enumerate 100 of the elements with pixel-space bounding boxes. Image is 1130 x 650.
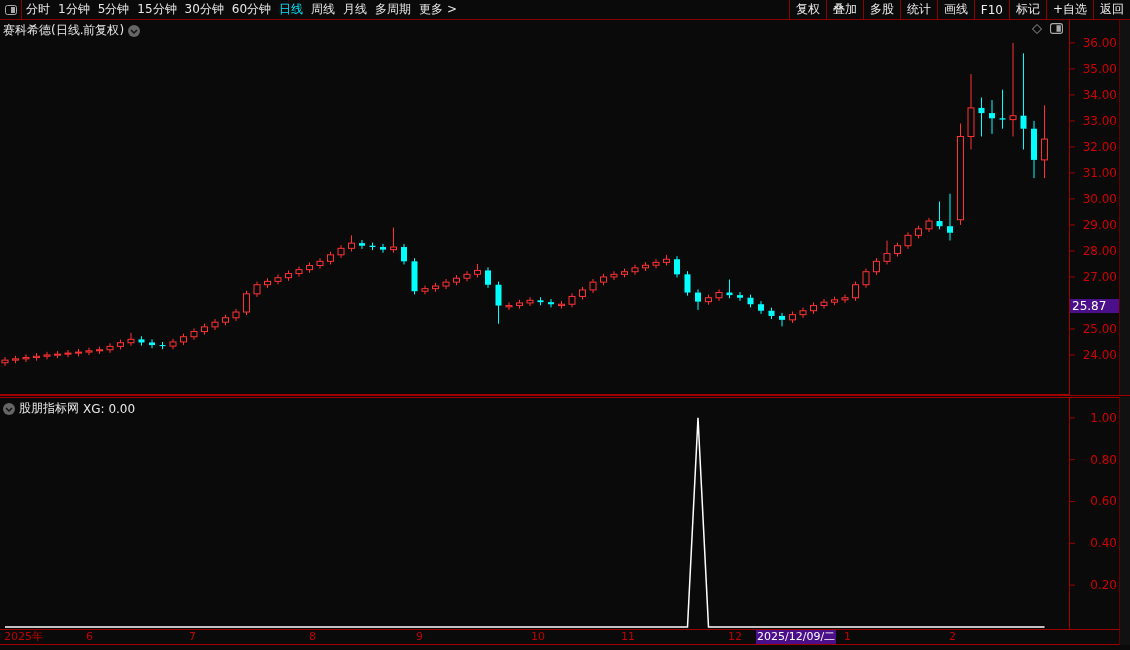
axis-tick-label: 32.00	[1082, 139, 1117, 154]
time-label: 12	[727, 630, 743, 644]
candlestick	[390, 227, 397, 254]
period-tab[interactable]: 5分钟	[93, 1, 134, 18]
time-label: 11	[620, 630, 636, 644]
time-label: 8	[308, 630, 317, 644]
candlestick	[485, 266, 491, 289]
candlestick	[495, 281, 502, 325]
chevron-icon[interactable]	[3, 402, 15, 415]
candlestick	[841, 294, 849, 304]
candlestick	[779, 312, 785, 327]
period-tab[interactable]: 周线	[307, 1, 340, 18]
axis-tick-label: 35.00	[1082, 61, 1117, 76]
more-menu[interactable]: 更多 >	[415, 1, 461, 18]
axis-tick-label: 1.00	[1090, 410, 1117, 425]
candlestick	[295, 266, 303, 278]
candlestick	[22, 353, 30, 363]
time-label: 7	[188, 630, 197, 644]
candlestick	[359, 239, 365, 250]
period-tab[interactable]: 多周期	[371, 1, 416, 18]
candlestick	[758, 300, 764, 315]
axis-tick-label: 25.00	[1082, 321, 1117, 336]
candlestick	[610, 270, 618, 281]
candlestick	[936, 201, 943, 230]
axis-tick-label: 0.40	[1090, 536, 1117, 551]
panel-toggle-icon[interactable]	[4, 4, 17, 15]
toolbar-button[interactable]: +自选	[1045, 0, 1093, 19]
axis-tick-label: 30.00	[1082, 191, 1117, 206]
period-tab[interactable]: 30分钟	[180, 1, 228, 18]
candlestick	[862, 268, 870, 289]
candlestick	[883, 240, 891, 265]
toolbar-button[interactable]: 标记	[1008, 0, 1046, 19]
period-tab[interactable]: 日线	[275, 1, 308, 18]
toolbar-button[interactable]: 复权	[788, 0, 826, 19]
axis-tick-label: 36.00	[1082, 35, 1117, 50]
indicator-reading: XG: 0.00	[83, 401, 136, 416]
candlestick	[463, 270, 471, 282]
candlestick	[243, 290, 250, 316]
candlestick	[737, 291, 743, 302]
candlestick	[211, 318, 219, 331]
panel-toggle-icon[interactable]	[1050, 23, 1063, 34]
candlestick	[380, 243, 386, 254]
candlestick	[652, 258, 660, 269]
candlestick	[127, 332, 135, 347]
axis-tick-label: 0.80	[1090, 452, 1117, 467]
candlestick	[149, 338, 155, 349]
time-label: 6	[85, 630, 94, 644]
candlestick	[526, 296, 534, 307]
candlestick	[674, 255, 680, 278]
axis-tick-label: 27.00	[1082, 269, 1117, 284]
period-tab[interactable]: 分时	[22, 1, 54, 18]
candlestick	[337, 244, 345, 259]
candlestick	[715, 288, 723, 302]
toolbar-button[interactable]: 叠加	[825, 0, 863, 19]
period-tab[interactable]: 月线	[339, 1, 372, 18]
period-tab[interactable]: 1分钟	[54, 1, 94, 18]
axis-tick-label: 28.00	[1082, 243, 1117, 258]
stock-title: 赛科希德(日线.前复权)	[3, 22, 125, 39]
time-label: 2025年	[3, 630, 44, 644]
candlestick	[999, 89, 1006, 130]
candlestick	[190, 327, 198, 341]
candlestick	[85, 347, 93, 356]
last-price-tag: 25.87	[1070, 299, 1119, 314]
axis-tick-label: 0.20	[1090, 578, 1117, 593]
candlestick	[106, 342, 114, 354]
candlestick	[1020, 52, 1027, 151]
candlestick	[548, 298, 554, 308]
candlestick	[695, 288, 701, 311]
candlestick	[316, 257, 324, 270]
time-label: 10	[530, 630, 546, 644]
time-label: 2025/12/09/二	[756, 630, 837, 644]
candlestick	[43, 351, 51, 360]
candlestick	[401, 243, 407, 265]
candlestick	[64, 349, 72, 358]
axis-tick-label: 33.00	[1082, 113, 1117, 128]
candlestick	[978, 97, 985, 137]
toolbar-button[interactable]: F10	[973, 0, 1009, 19]
period-tab[interactable]: 15分钟	[133, 1, 181, 18]
diamond-icon[interactable]	[1032, 23, 1042, 34]
candlestick	[1041, 104, 1048, 179]
toolbar-button[interactable]: 多股	[862, 0, 900, 19]
candlestick	[505, 301, 513, 311]
candlestick	[799, 307, 807, 319]
axis-tick-label: 24.00	[1082, 347, 1117, 362]
toolbar-button[interactable]: 画线	[936, 0, 974, 19]
indicator-title: 股朋指标网	[19, 400, 79, 417]
candlestick	[631, 264, 639, 276]
toolbar-button[interactable]: 返回	[1093, 0, 1130, 19]
candlestick	[684, 270, 691, 297]
candlestick	[852, 281, 859, 302]
axis-tick-label: 34.00	[1082, 87, 1117, 102]
chevron-icon[interactable]	[128, 24, 141, 37]
period-tab[interactable]: 60分钟	[227, 1, 276, 18]
axis-tick-label: 29.00	[1082, 217, 1117, 232]
time-label: 9	[415, 630, 424, 644]
candlestick	[947, 193, 953, 242]
axis-tick-label: 31.00	[1082, 165, 1117, 180]
time-label: 2	[948, 630, 957, 644]
axis-tick-label: 0.60	[1090, 494, 1117, 509]
toolbar-button[interactable]: 统计	[899, 0, 937, 19]
